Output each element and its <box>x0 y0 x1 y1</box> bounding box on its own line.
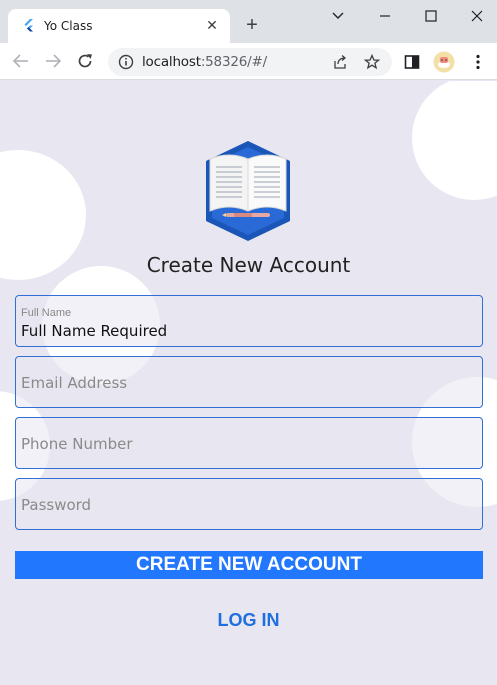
window-close-icon[interactable] <box>462 6 492 26</box>
url-path: :58326/#/ <box>200 54 267 70</box>
bookmark-star-icon[interactable] <box>364 54 380 70</box>
back-arrow-icon[interactable] <box>11 51 31 71</box>
forward-arrow-icon[interactable] <box>43 51 63 71</box>
email-field[interactable]: Email Address <box>15 356 483 408</box>
browser-tab-strip: Yo Class ✕ + <box>0 0 497 43</box>
flutter-icon <box>24 19 33 32</box>
full-name-field[interactable]: Full Name Full Name Required <box>15 295 483 347</box>
page-title: Create New Account <box>146 253 351 277</box>
full-name-value: Full Name Required <box>21 322 168 340</box>
book-logo-icon <box>206 141 290 241</box>
url-text: localhost:58326/#/ <box>142 54 267 70</box>
reload-icon[interactable] <box>75 51 95 71</box>
share-icon[interactable] <box>332 54 348 70</box>
password-placeholder: Password <box>21 496 92 514</box>
tab-title: Yo Class <box>44 19 93 33</box>
profile-avatar-icon[interactable] <box>433 51 455 73</box>
background-bubble <box>412 81 497 200</box>
create-account-button[interactable]: CREATE NEW ACCOUNT <box>15 551 483 579</box>
phone-placeholder: Phone Number <box>21 435 133 453</box>
app-page: Create New Account Full Name Full Name R… <box>0 81 497 685</box>
side-panel-icon[interactable] <box>402 52 422 72</box>
password-field[interactable]: Password <box>15 478 483 530</box>
minimize-icon[interactable] <box>370 6 400 26</box>
maximize-icon[interactable] <box>416 6 446 26</box>
full-name-label: Full Name <box>21 307 72 319</box>
address-bar[interactable]: localhost:58326/#/ <box>108 48 392 76</box>
new-tab-button[interactable]: + <box>242 15 262 35</box>
browser-tab[interactable]: Yo Class ✕ <box>8 9 230 43</box>
login-link[interactable]: LOG IN <box>0 610 497 631</box>
browser-menu-icon[interactable] <box>468 52 488 72</box>
phone-field[interactable]: Phone Number <box>15 417 483 469</box>
url-host: localhost <box>142 54 201 70</box>
site-info-icon[interactable] <box>118 54 134 70</box>
browser-toolbar: localhost:58326/#/ <box>0 43 497 80</box>
tab-search-chevron-icon[interactable] <box>323 6 353 26</box>
email-placeholder: Email Address <box>21 374 128 392</box>
tab-close-icon[interactable]: ✕ <box>204 17 220 33</box>
